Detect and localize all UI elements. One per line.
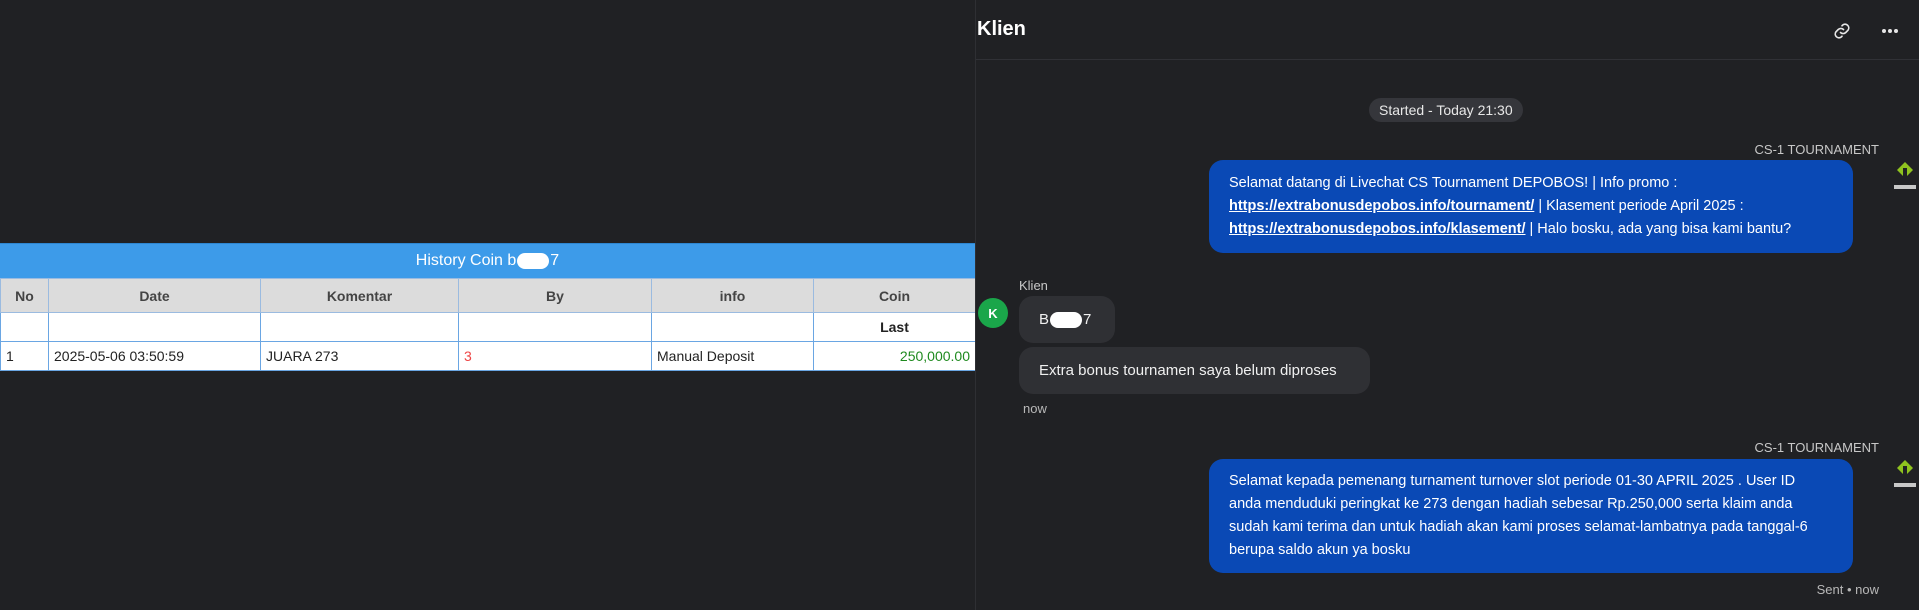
history-title-suffix: 7 (550, 252, 560, 269)
cell-by: 3 (458, 341, 652, 371)
history-title-prefix: History Coin b (415, 252, 517, 269)
col-komentar[interactable]: Komentar (260, 278, 459, 313)
empty-cell (260, 312, 459, 342)
client-username-prefix: B (1039, 311, 1050, 328)
history-pane: History Coin b 7 No Date Komentar By info… (0, 0, 976, 610)
col-no[interactable]: No (0, 278, 49, 313)
klasement-link[interactable]: https://extrabonusdepobos.info/klasement… (1229, 221, 1525, 237)
chat-header: Klien (976, 0, 1919, 60)
chat-title: Klien (977, 18, 1026, 40)
agent-name: CS-1 TOURNAMENT (1754, 440, 1879, 455)
session-started-pill: Started - Today 21:30 (1369, 98, 1523, 122)
history-coin-table: History Coin b 7 No Date Komentar By info… (0, 243, 976, 371)
client-message-username: B7 (1019, 296, 1115, 343)
history-title: History Coin b 7 (0, 243, 975, 278)
history-grid: No Date Komentar By info Coin Last 1 202… (0, 278, 976, 371)
agent-message-winner: Selamat kepada pemenang turnament turnov… (1209, 459, 1853, 573)
col-info[interactable]: info (651, 278, 814, 313)
winner-line-2: anda menduduki peringkat ke 273 dengan h… (1229, 496, 1793, 512)
cell-info: Manual Deposit (651, 341, 814, 371)
table-row[interactable]: 1 2025-05-06 03:50:59 JUARA 273 3 Manual… (0, 341, 976, 371)
empty-cell (651, 312, 814, 342)
redaction-blob (517, 253, 550, 269)
cell-komentar: JUARA 273 (260, 341, 459, 371)
col-coin[interactable]: Coin (813, 278, 976, 313)
sent-status: Sent • now (1816, 582, 1879, 597)
last-row: Last (0, 312, 976, 342)
redaction-blob (1050, 311, 1083, 328)
client-timestamp: now (1023, 401, 1047, 416)
empty-cell (0, 312, 49, 342)
tournament-link[interactable]: https://extrabonusdepobos.info/tournamen… (1229, 198, 1534, 214)
chat-pane: Klien Started - Today 21:30 CS-1 TOURNAM… (976, 0, 1919, 610)
depobos-logo (1894, 460, 1916, 487)
winner-line-3: sudah kami terima dan untuk hadiah akan … (1229, 519, 1808, 535)
agent-message-welcome: Selamat datang di Livechat CS Tournament… (1209, 160, 1853, 253)
col-date[interactable]: Date (48, 278, 261, 313)
cell-coin: 250,000.00 (813, 341, 976, 371)
welcome-text-1: Selamat datang di Livechat CS Tournament… (1229, 175, 1678, 191)
cell-no: 1 (0, 341, 49, 371)
welcome-text-2: | Klasement periode April 2025 : (1534, 198, 1744, 214)
avatar: K (978, 298, 1008, 328)
empty-cell (48, 312, 261, 342)
agent-name: CS-1 TOURNAMENT (1754, 142, 1879, 157)
winner-line-4: berupa saldo akun ya bosku (1229, 542, 1411, 558)
welcome-text-3: | Halo bosku, ada yang bisa kami bantu? (1525, 221, 1792, 237)
client-name: Klien (1019, 278, 1048, 293)
more-icon[interactable] (1879, 20, 1901, 42)
client-username-suffix: 7 (1083, 311, 1092, 328)
cell-date: 2025-05-06 03:50:59 (48, 341, 261, 371)
link-icon[interactable] (1831, 20, 1853, 42)
col-by[interactable]: By (458, 278, 652, 313)
empty-cell (458, 312, 652, 342)
header-row: No Date Komentar By info Coin (0, 278, 976, 313)
depobos-logo (1894, 162, 1916, 189)
header-actions (1831, 20, 1901, 42)
winner-line-1: Selamat kepada pemenang turnament turnov… (1229, 473, 1796, 489)
last-label: Last (813, 312, 976, 342)
client-message-complaint: Extra bonus tournamen saya belum diprose… (1019, 347, 1370, 394)
